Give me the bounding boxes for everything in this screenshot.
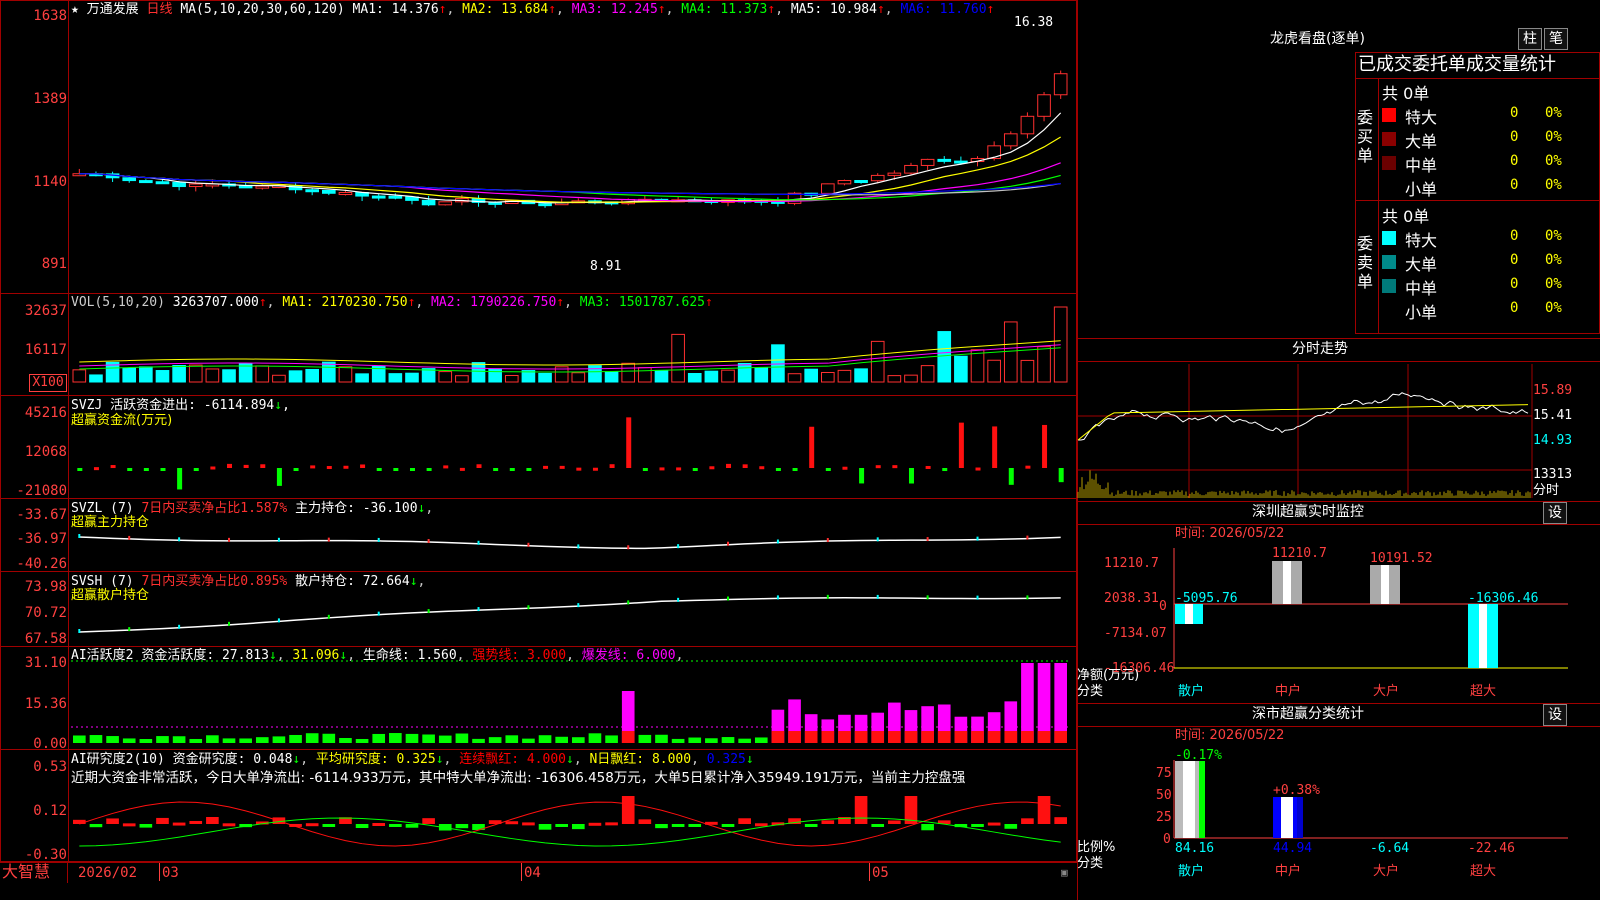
sz2-top-label-2: +0.38% bbox=[1273, 783, 1320, 798]
sz-class-chart bbox=[1173, 760, 1568, 839]
sz2-top-label-1: -0.17% bbox=[1175, 748, 1222, 763]
sz2-cat-2: 中户 bbox=[1275, 864, 1302, 879]
sz2-cat-4: 超大 bbox=[1470, 864, 1497, 879]
sz2-bottom-4: -22.46 bbox=[1468, 841, 1515, 856]
sz2-axis-2: 50 bbox=[1156, 788, 1172, 803]
sz2-bottom-1: 84.16 bbox=[1175, 841, 1215, 856]
sz2-bottom-2: 44.94 bbox=[1273, 841, 1313, 856]
sz2-cat-3: 大户 bbox=[1373, 864, 1400, 879]
sz2-xlabel: 分类 bbox=[1077, 856, 1104, 871]
sz2-axis-4: 0 bbox=[1163, 832, 1171, 847]
sz2-bottom-3: -6.64 bbox=[1370, 841, 1410, 856]
sz2-axis-3: 25 bbox=[1156, 810, 1172, 825]
class-bar-highlight bbox=[1183, 761, 1195, 838]
class-bar-edge bbox=[1199, 761, 1205, 838]
sz2-ylabel: 比例% bbox=[1077, 840, 1116, 855]
class-bar-edge bbox=[1297, 797, 1303, 838]
class-bar-highlight bbox=[1281, 797, 1293, 838]
sz2-axis-1: 75 bbox=[1156, 766, 1172, 781]
sz2-cat-1: 散户 bbox=[1178, 864, 1205, 879]
